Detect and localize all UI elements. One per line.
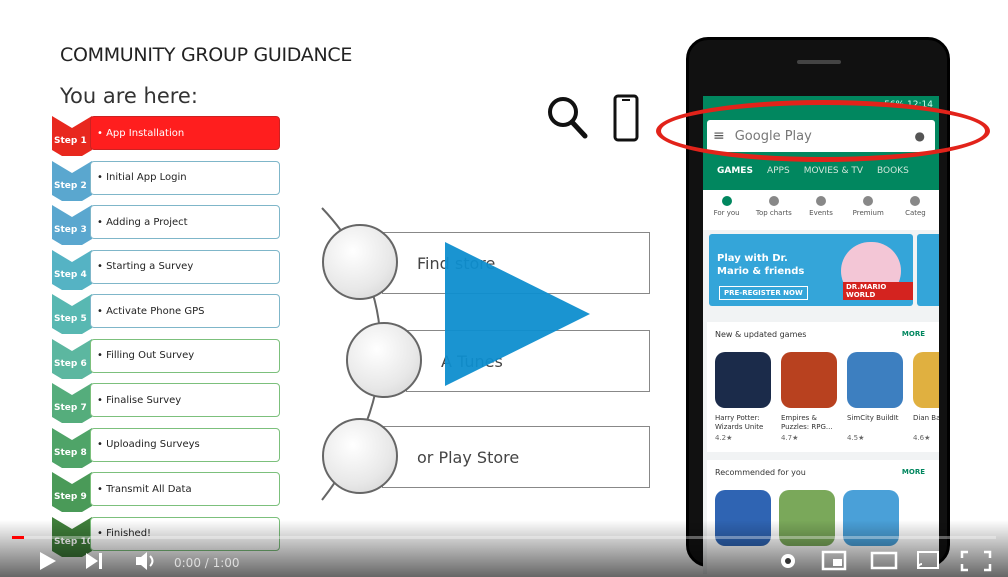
step-number: Step 6	[54, 358, 87, 369]
cast-icon	[917, 551, 939, 569]
step-number: Step 5	[54, 314, 87, 324]
step-label: • Activate Phone GPS	[90, 294, 280, 328]
option-box-3: or Play Store	[382, 426, 650, 488]
step-label: • Initial App Login	[90, 160, 280, 195]
subnav-premium[interactable]: Premium	[845, 190, 892, 230]
option-circle-3	[322, 418, 398, 494]
promo-banner-next[interactable]	[917, 234, 939, 306]
app-rating: 4.5★	[847, 434, 865, 442]
subnav-label: Premium	[852, 209, 884, 217]
icons-group	[545, 92, 645, 148]
step-number: Step 8	[54, 447, 87, 458]
step-item: Step 5 • Activate Phone GPS	[48, 294, 288, 334]
slide-title: COMMUNITY GROUP GUIDANCE	[60, 44, 353, 66]
step-label: • App Installation	[90, 116, 280, 150]
step-item: Step 7 • Finalise Survey	[48, 383, 288, 423]
app-icon[interactable]	[847, 352, 903, 408]
slide-subtitle: You are here:	[60, 84, 198, 108]
section-title: Recommended for you	[715, 468, 806, 477]
new-updated-section: New & updated games MORE Harry Potter: W…	[707, 322, 939, 452]
chart-icon	[768, 196, 779, 206]
app-icon[interactable]	[913, 352, 939, 408]
play-overlay-button[interactable]	[445, 242, 590, 386]
subnav-top-charts[interactable]: Top charts	[750, 190, 797, 230]
promo-banner[interactable]: Play with Dr. Mario & friends PRE-REGIST…	[709, 234, 913, 306]
highlight-oval	[656, 100, 990, 162]
steps-list: Step 1 • App Installation Step 2 • Initial …	[48, 116, 288, 557]
section-title: New & updated games	[715, 330, 807, 339]
step-number: Step 3	[54, 225, 87, 235]
app-icon[interactable]	[715, 352, 771, 408]
play-store-screen: 56% 12:14 ≡ Google Play ● GAMES APPS MOV…	[703, 96, 939, 574]
app-rating: 4.2★	[715, 434, 733, 442]
step-number: Step 2	[54, 180, 87, 191]
time-display: 0:00 / 1:00	[174, 556, 240, 570]
app-icon[interactable]	[781, 352, 837, 408]
fullscreen-icon	[960, 550, 992, 572]
category-icon	[910, 196, 921, 206]
tab-apps[interactable]: APPS	[767, 158, 790, 188]
tab-books[interactable]: BOOKS	[877, 158, 909, 188]
play-icon	[40, 552, 56, 570]
tab-movies[interactable]: MOVIES & TV	[804, 158, 863, 188]
compass-icon	[721, 196, 732, 206]
subnav-label: Categ	[905, 209, 926, 217]
more-button[interactable]: MORE	[902, 468, 925, 476]
step-item: Step 4 • Starting a Survey	[48, 249, 288, 290]
control-icons	[40, 550, 992, 572]
step-item: Step 2 • Initial App Login	[48, 160, 288, 201]
step-number: Step 4	[54, 269, 87, 280]
phone-icon	[613, 94, 639, 142]
phone-speaker	[797, 60, 841, 64]
app-name: Harry Potter: Wizards Unite	[715, 414, 764, 431]
settings-icon	[781, 554, 795, 568]
banner-tag: DR.MARIO WORLD	[843, 282, 913, 300]
volume-icon	[136, 552, 154, 570]
subnav-for-you[interactable]: For you	[703, 190, 750, 230]
option-circle-2	[346, 322, 422, 398]
theater-icon	[870, 551, 898, 570]
app-rating: 4.6★	[913, 434, 931, 442]
app-name: SimCity BuildIt	[847, 414, 899, 422]
play-subnav: For you Top charts Events Premium Categ	[703, 190, 939, 230]
step-item: Step 1 • App Installation	[48, 116, 288, 156]
calendar-icon	[816, 196, 826, 206]
tab-games[interactable]: GAMES	[717, 158, 753, 188]
step-item: Step 6 • Filling Out Survey	[48, 338, 288, 379]
subnav-categories[interactable]: Categ	[892, 190, 939, 230]
miniplayer-icon	[821, 550, 847, 571]
diamond-icon	[863, 196, 874, 206]
step-number: Step 1	[54, 136, 87, 146]
banner-text: Play with Dr. Mario & friends	[717, 253, 805, 277]
subnav-events[interactable]: Events	[797, 190, 844, 230]
subnav-label: For you	[713, 209, 740, 217]
video-frame[interactable]: COMMUNITY GROUP GUIDANCE You are here: S…	[0, 0, 1008, 577]
step-item: Step 9 • Transmit All Data	[48, 472, 288, 512]
play-tabs: GAMES APPS MOVIES & TV BOOKS	[703, 158, 939, 188]
subnav-label: Top charts	[755, 209, 792, 217]
option-label-3: or Play Store	[417, 447, 520, 467]
step-item: Step 8 • Uploading Surveys	[48, 427, 288, 468]
progress-fill	[12, 536, 24, 539]
next-icon	[86, 553, 102, 569]
app-rating: 4.7★	[781, 434, 799, 442]
step-label: • Transmit All Data	[90, 472, 280, 506]
progress-bar[interactable]	[12, 536, 996, 539]
app-name: Empires & Puzzles: RPG...	[781, 414, 833, 431]
step-number: Step 7	[54, 403, 87, 413]
search-phone-icons	[548, 94, 639, 142]
step-label: • Uploading Surveys	[90, 427, 280, 462]
more-button[interactable]: MORE	[902, 330, 925, 338]
subnav-label: Events	[809, 209, 833, 217]
step-number: Step 9	[54, 492, 87, 502]
step-label: • Finalise Survey	[90, 383, 280, 417]
app-name: Dian Battl	[913, 414, 939, 422]
search-icon	[548, 97, 588, 139]
option-circle-1	[322, 224, 398, 300]
step-item: Step 3 • Adding a Project	[48, 205, 288, 245]
step-label: • Adding a Project	[90, 205, 280, 239]
pre-register-button[interactable]: PRE-REGISTER NOW	[719, 286, 808, 300]
step-label: • Filling Out Survey	[90, 338, 280, 373]
step-label: • Starting a Survey	[90, 249, 280, 284]
